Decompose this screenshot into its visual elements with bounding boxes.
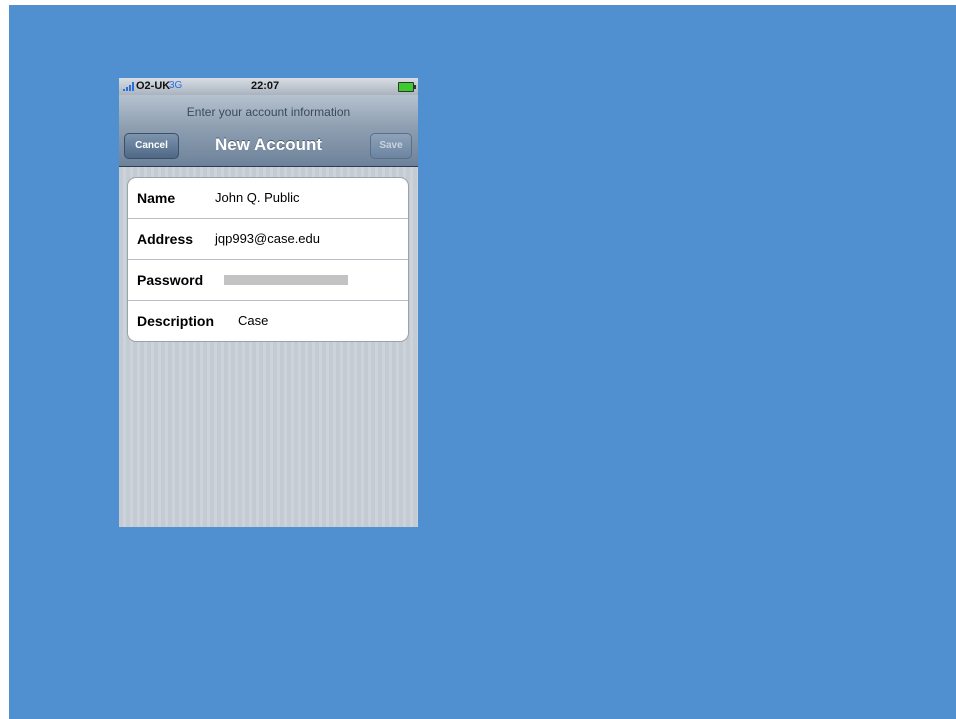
navigation-bar: Enter your account information Cancel Ne… xyxy=(119,95,418,167)
name-label: Name xyxy=(137,190,176,206)
signal-strength-icon xyxy=(123,82,134,91)
nav-prompt: Enter your account information xyxy=(186,105,351,119)
password-label: Password xyxy=(137,272,204,288)
network-type: 3G xyxy=(169,80,183,91)
password-row[interactable]: Password xyxy=(128,260,408,301)
carrier-name: O2-UK xyxy=(136,80,171,92)
status-time: 22:07 xyxy=(251,80,280,92)
account-form: Name John Q. Public Address jqp993@case.… xyxy=(127,177,409,342)
description-label: Description xyxy=(137,313,215,329)
description-field[interactable]: Case xyxy=(238,313,268,328)
desktop-background: O2-UK 3G 22:07 Enter your account inform… xyxy=(9,5,956,719)
battery-icon xyxy=(398,82,416,92)
status-bar: O2-UK 3G 22:07 xyxy=(119,78,418,95)
address-label: Address xyxy=(137,231,194,247)
address-row[interactable]: Address jqp993@case.edu xyxy=(128,219,408,260)
save-button[interactable]: Save xyxy=(370,133,412,159)
name-row[interactable]: Name John Q. Public xyxy=(128,178,408,219)
description-row[interactable]: Description Case xyxy=(128,301,408,341)
password-field[interactable] xyxy=(224,275,348,285)
phone-screen: O2-UK 3G 22:07 Enter your account inform… xyxy=(119,78,418,527)
name-field[interactable]: John Q. Public xyxy=(215,190,300,205)
address-field[interactable]: jqp993@case.edu xyxy=(215,231,320,246)
